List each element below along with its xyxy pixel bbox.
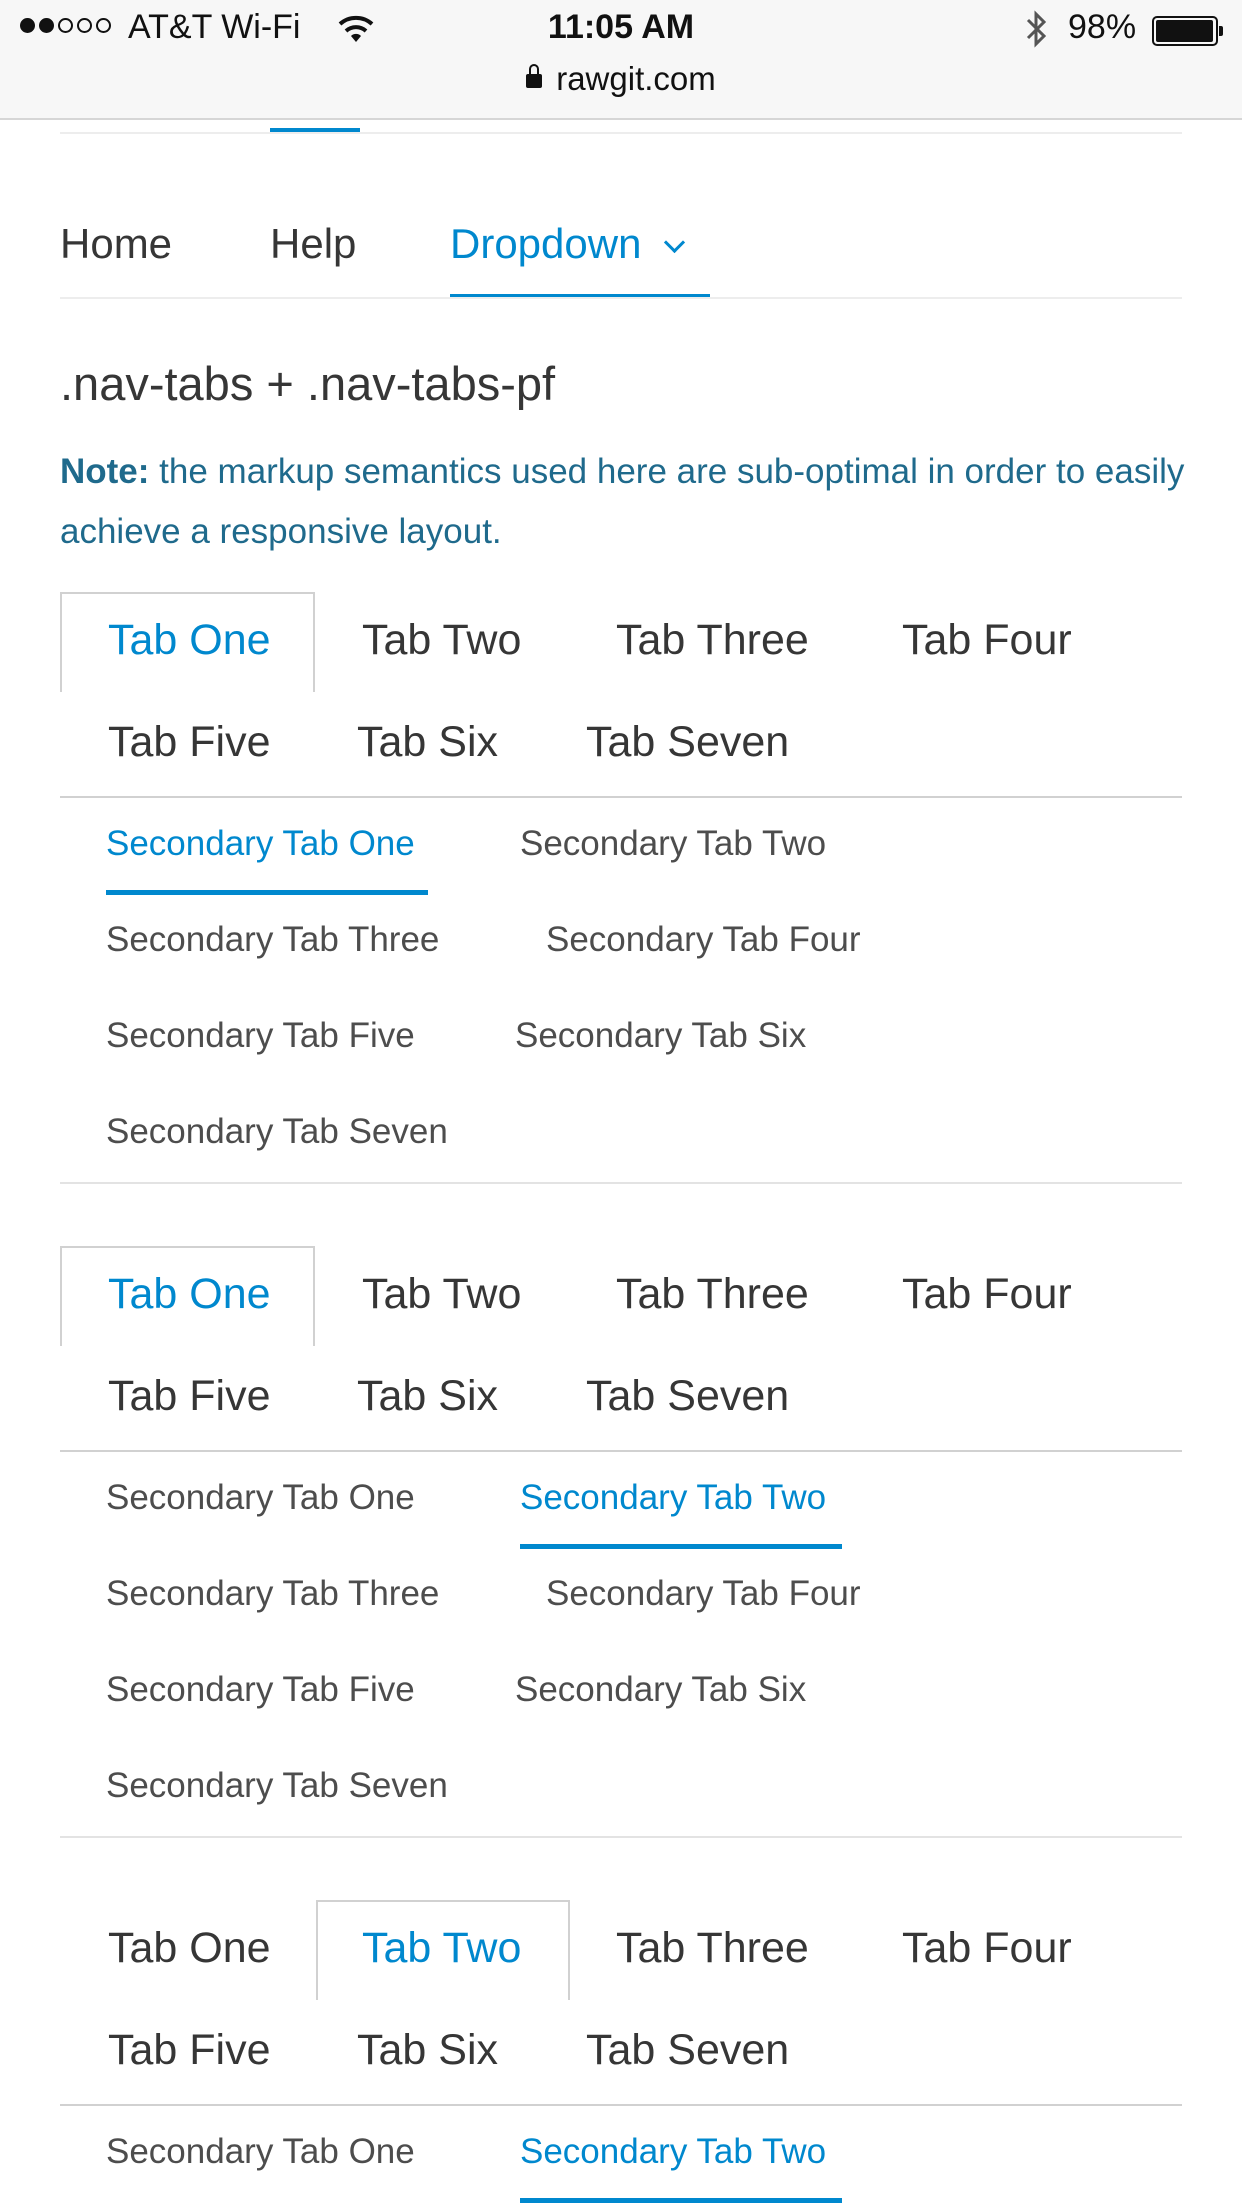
address-bar[interactable]: rawgit.com [0,60,1242,98]
chevron-down-icon [664,231,686,254]
clock: 11:05 AM [547,8,695,46]
tab-six[interactable]: Tab Six [357,2026,498,2075]
tab-two[interactable]: Tab Two [362,616,521,665]
lock-icon [526,64,543,88]
nav-dropdown-label: Dropdown [450,220,642,267]
tab-two[interactable]: Tab Two [362,1924,521,1973]
status-bar: AT&T Wi-Fi 11:05 AM 98% rawgit.com [0,0,1242,120]
tab-four[interactable]: Tab Four [902,1924,1072,1973]
tab-five[interactable]: Tab Five [108,2026,271,2075]
tab-four[interactable]: Tab Four [902,1270,1072,1319]
secondary-tab-six[interactable]: Secondary Tab Six [515,1670,806,1710]
tab-three[interactable]: Tab Three [616,1924,809,1973]
secondary-tab-five[interactable]: Secondary Tab Five [106,1670,415,1710]
tab-divider [60,796,1182,798]
tab-five[interactable]: Tab Five [108,718,271,767]
section-heading: .nav-tabs + .nav-tabs-pf [60,357,556,410]
divider [60,132,1182,134]
secondary-tab-seven[interactable]: Secondary Tab Seven [106,1766,448,1806]
secondary-tab-seven[interactable]: Secondary Tab Seven [106,1112,448,1152]
tab-one[interactable]: Tab One [108,616,271,665]
secondary-tab-two[interactable]: Secondary Tab Two [520,1478,826,1518]
tab-seven[interactable]: Tab Seven [586,2026,789,2075]
tab-three[interactable]: Tab Three [616,1270,809,1319]
secondary-tab-two[interactable]: Secondary Tab Two [520,2132,826,2172]
tab-three[interactable]: Tab Three [616,616,809,665]
tab-one[interactable]: Tab One [108,1924,271,1973]
group-divider [60,1182,1182,1184]
tab-six[interactable]: Tab Six [357,718,498,767]
secondary-tab-one[interactable]: Secondary Tab One [106,824,415,864]
note-text: Note: the markup semantics used here are… [60,442,1190,562]
nav-help[interactable]: Help [270,220,356,268]
secondary-tab-three[interactable]: Secondary Tab Three [106,920,439,960]
divider [60,297,1182,299]
tab-six[interactable]: Tab Six [357,1372,498,1421]
tab-four[interactable]: Tab Four [902,616,1072,665]
tab-divider [60,1450,1182,1452]
active-secondary-indicator [106,890,428,895]
note-body: the markup semantics used here are sub-o… [60,452,1185,551]
secondary-tab-one[interactable]: Secondary Tab One [106,1478,415,1518]
secondary-tab-four[interactable]: Secondary Tab Four [546,920,861,960]
nav-dropdown[interactable]: Dropdown [450,220,686,268]
nav-home[interactable]: Home [60,220,172,268]
secondary-tab-four[interactable]: Secondary Tab Four [546,1574,861,1614]
secondary-tab-six[interactable]: Secondary Tab Six [515,1016,806,1056]
tab-seven[interactable]: Tab Seven [586,1372,789,1421]
battery-percent: 98% [1068,8,1137,46]
tab-five[interactable]: Tab Five [108,1372,271,1421]
tab-seven[interactable]: Tab Seven [586,718,789,767]
tab-two[interactable]: Tab Two [362,1270,521,1319]
secondary-tab-two[interactable]: Secondary Tab Two [520,824,826,864]
active-secondary-indicator [520,2198,842,2203]
group-divider [60,1836,1182,1838]
secondary-tab-five[interactable]: Secondary Tab Five [106,1016,415,1056]
secondary-tab-three[interactable]: Secondary Tab Three [106,1574,439,1614]
note-label: Note: [60,452,150,491]
tab-divider [60,2104,1182,2106]
secondary-tab-one[interactable]: Secondary Tab One [106,2132,415,2172]
bluetooth-icon [1026,10,1047,48]
tab-one[interactable]: Tab One [108,1270,271,1319]
battery-icon [1152,16,1223,46]
url-text: rawgit.com [556,60,716,97]
active-secondary-indicator [520,1544,842,1549]
